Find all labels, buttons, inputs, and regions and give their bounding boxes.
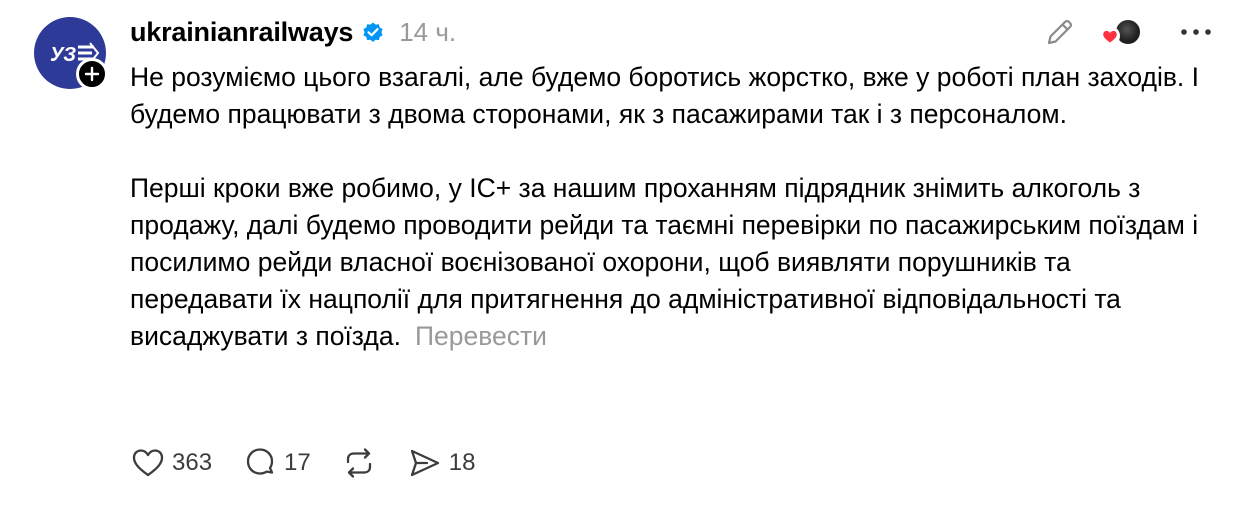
translate-link[interactable]: Перевести [415,321,547,351]
username-link[interactable]: ukrainianrailways [130,17,353,48]
post-paragraph-1: Не розуміємо цього взагалі, але будемо б… [130,62,1200,129]
post-paragraph-2-text: Перші кроки вже робимо, у ІС+ за нашим п… [130,173,1199,351]
share-button[interactable]: 18 [407,445,476,481]
like-count: 363 [172,449,213,476]
post-actions: 363 17 18 [130,441,505,485]
send-icon [410,449,439,477]
heart-icon [132,449,164,477]
thread-post: УЗ ukrainianrailways 14 ч. Не розуміємо … [0,0,1250,508]
post-header: ukrainianrailways 14 ч. [130,14,456,50]
post-paragraph-2: Перші кроки вже робимо, у ІС+ за нашим п… [130,170,1210,355]
reply-count: 17 [284,449,311,476]
post-timestamp[interactable]: 14 ч. [399,17,456,48]
share-count: 18 [448,449,476,476]
repost-button[interactable] [341,445,377,481]
speech-bubble-icon [246,448,274,475]
heart-icon [1100,26,1120,46]
repost-icon [346,448,371,478]
follow-button[interactable] [76,58,108,90]
more-horizontal-icon[interactable] [1176,22,1216,42]
svg-text:УЗ: УЗ [50,44,76,66]
like-button[interactable]: 363 [130,445,212,481]
verified-badge-icon [361,20,385,44]
likers-preview[interactable] [1098,16,1146,48]
pencil-icon[interactable] [1043,15,1077,49]
reply-button[interactable]: 17 [242,445,311,481]
post-body: Не розуміємо цього взагалі, але будемо б… [130,59,1210,355]
plus-icon [84,66,100,82]
